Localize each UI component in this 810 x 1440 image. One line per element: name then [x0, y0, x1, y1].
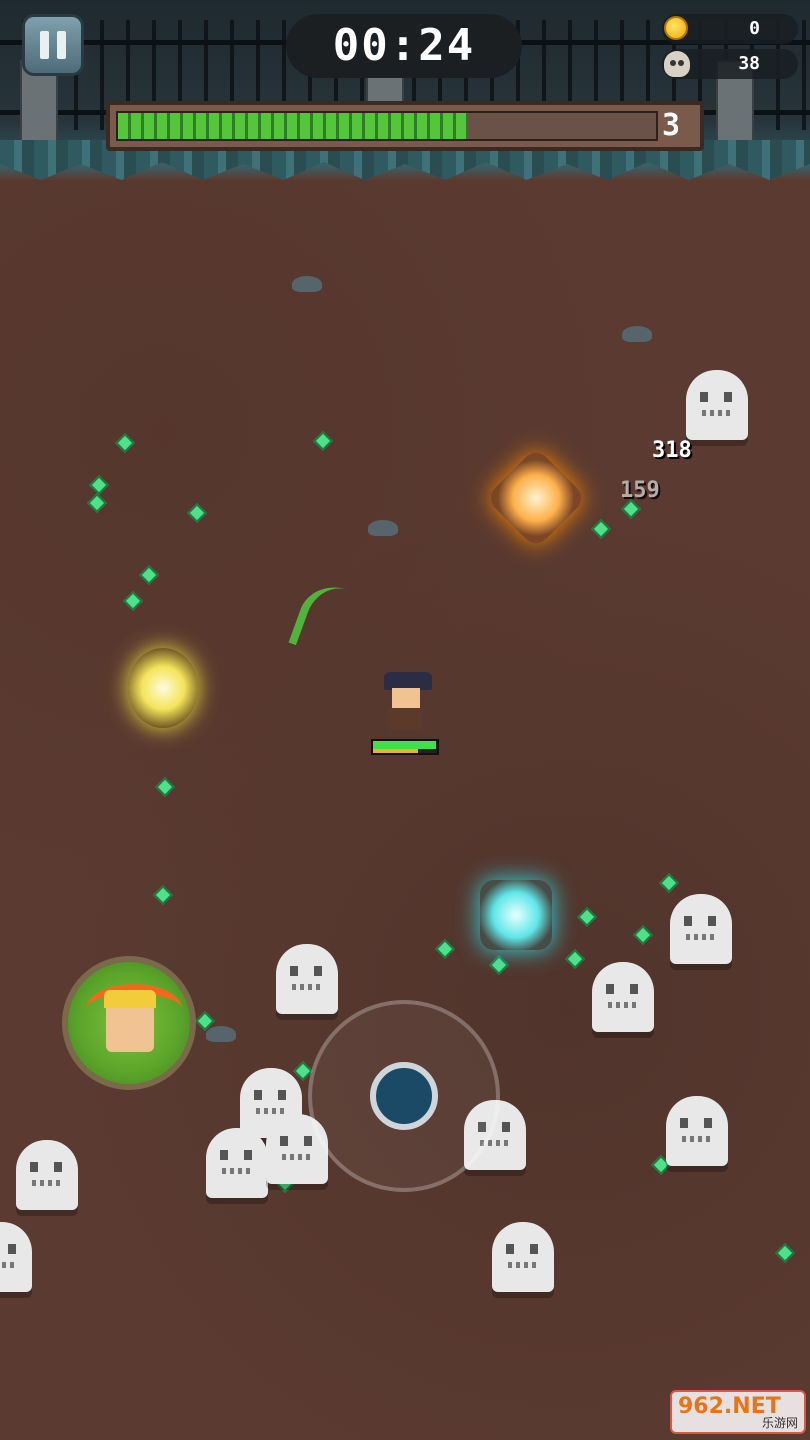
coin-icon [664, 16, 688, 40]
yellow-spell-orb [128, 648, 198, 728]
xp-gem [123, 591, 143, 611]
player-character [378, 672, 432, 732]
ghost-enemy [670, 894, 732, 964]
timer-text: 00:24 [332, 20, 476, 71]
xp-gem [577, 907, 597, 927]
ghost-enemy [686, 370, 748, 440]
coin-counter: 0 [662, 14, 798, 44]
coin-count: 0 [749, 18, 760, 39]
kill-counter: 38 [662, 49, 798, 79]
xp-gem [139, 565, 159, 585]
xp-gem [659, 873, 679, 893]
health-fill [373, 741, 436, 749]
xp-gem [89, 475, 109, 495]
xp-gem [489, 955, 509, 975]
xp-gem [313, 431, 333, 451]
xp-gem [187, 503, 207, 523]
rock [368, 520, 398, 536]
player-health-bar [371, 739, 439, 755]
damage-number: 318 [652, 438, 692, 463]
rock [292, 276, 322, 292]
ghost-enemy [492, 1222, 554, 1292]
xp-gem [435, 939, 455, 959]
xp-gem [115, 433, 135, 453]
ghost-enemy [16, 1140, 78, 1210]
damage-number: 159 [620, 478, 660, 503]
joystick-knob[interactable] [370, 1062, 438, 1130]
ghost-enemy [0, 1222, 32, 1292]
ghost-enemy [592, 962, 654, 1032]
experience-bar: 3 [106, 101, 704, 151]
energy-fill [373, 749, 418, 753]
dash-skill-button[interactable] [62, 956, 196, 1090]
xp-gem [775, 1243, 795, 1263]
player-level: 3 [661, 108, 680, 143]
pause-button[interactable] [22, 14, 84, 76]
ghost-enemy [276, 944, 338, 1014]
kill-count: 38 [738, 53, 760, 74]
scythe-slash [288, 576, 386, 670]
orange-spell-orb [485, 447, 587, 549]
ghost-enemy [666, 1096, 728, 1166]
xp-gem [565, 949, 585, 969]
dash-skill-icon [104, 990, 156, 1052]
skull-icon [664, 51, 690, 77]
ghost-enemy [206, 1128, 268, 1198]
site-watermark-logo: 962.NET 乐游网 [670, 1390, 806, 1434]
rock [206, 1026, 236, 1042]
pause-icon [40, 31, 49, 59]
timer-display: 00:24 [286, 14, 522, 78]
experience-fill [118, 113, 468, 139]
rock [622, 326, 652, 342]
xp-gem [87, 493, 107, 513]
xp-gem [633, 925, 653, 945]
xp-gem [153, 885, 173, 905]
xp-gem [591, 519, 611, 539]
game-field[interactable]: 318 159 00:24 0 38 3 962.NET 乐游网 [0, 0, 810, 1440]
xp-gem [155, 777, 175, 797]
cyan-spell-orb [480, 880, 552, 950]
